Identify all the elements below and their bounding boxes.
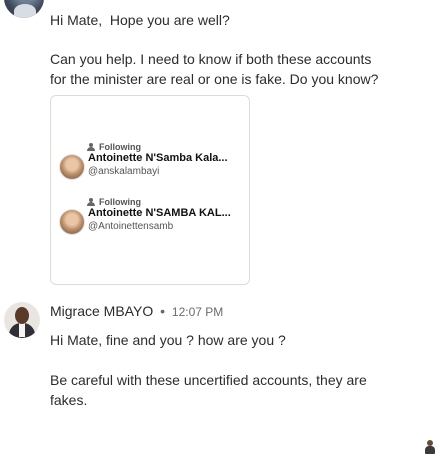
account-handle: @Antoinettensamb: [88, 221, 174, 232]
profile-thumbnail: [59, 209, 85, 235]
shared-image-card[interactable]: Following Antoinette N'Samba Kala... @an…: [50, 95, 250, 285]
person-icon: [87, 198, 95, 206]
message-text: Hi Mate, fine and you ? how are you ?: [50, 332, 286, 348]
timestamp: 12:07 PM: [171, 305, 224, 319]
message-text: Be careful with these uncertified accoun…: [50, 372, 367, 408]
separator-dot: •: [160, 303, 166, 319]
account-name: Antoinette N'SAMBA KAL...: [88, 207, 231, 219]
sender-avatar-top[interactable]: [4, 0, 44, 18]
following-label: Following: [87, 197, 141, 207]
message-header: Migrace MBAYO • 12:07 PM: [50, 303, 223, 319]
following-text: Following: [99, 142, 141, 152]
person-icon: [87, 143, 95, 151]
message-text: Hi Mate, Hope you are well?: [50, 12, 230, 28]
account-name: Antoinette N'Samba Kala...: [88, 152, 228, 164]
following-label: Following: [87, 142, 141, 152]
sender-name[interactable]: Migrace MBAYO: [50, 303, 153, 319]
message-text: Can you help. I need to know if both the…: [50, 51, 379, 87]
account-handle: @anskalambayi: [88, 166, 160, 177]
seen-avatar-icon: [424, 440, 436, 454]
sender-avatar[interactable]: [4, 302, 40, 338]
profile-thumbnail: [59, 154, 85, 180]
following-text: Following: [99, 197, 141, 207]
